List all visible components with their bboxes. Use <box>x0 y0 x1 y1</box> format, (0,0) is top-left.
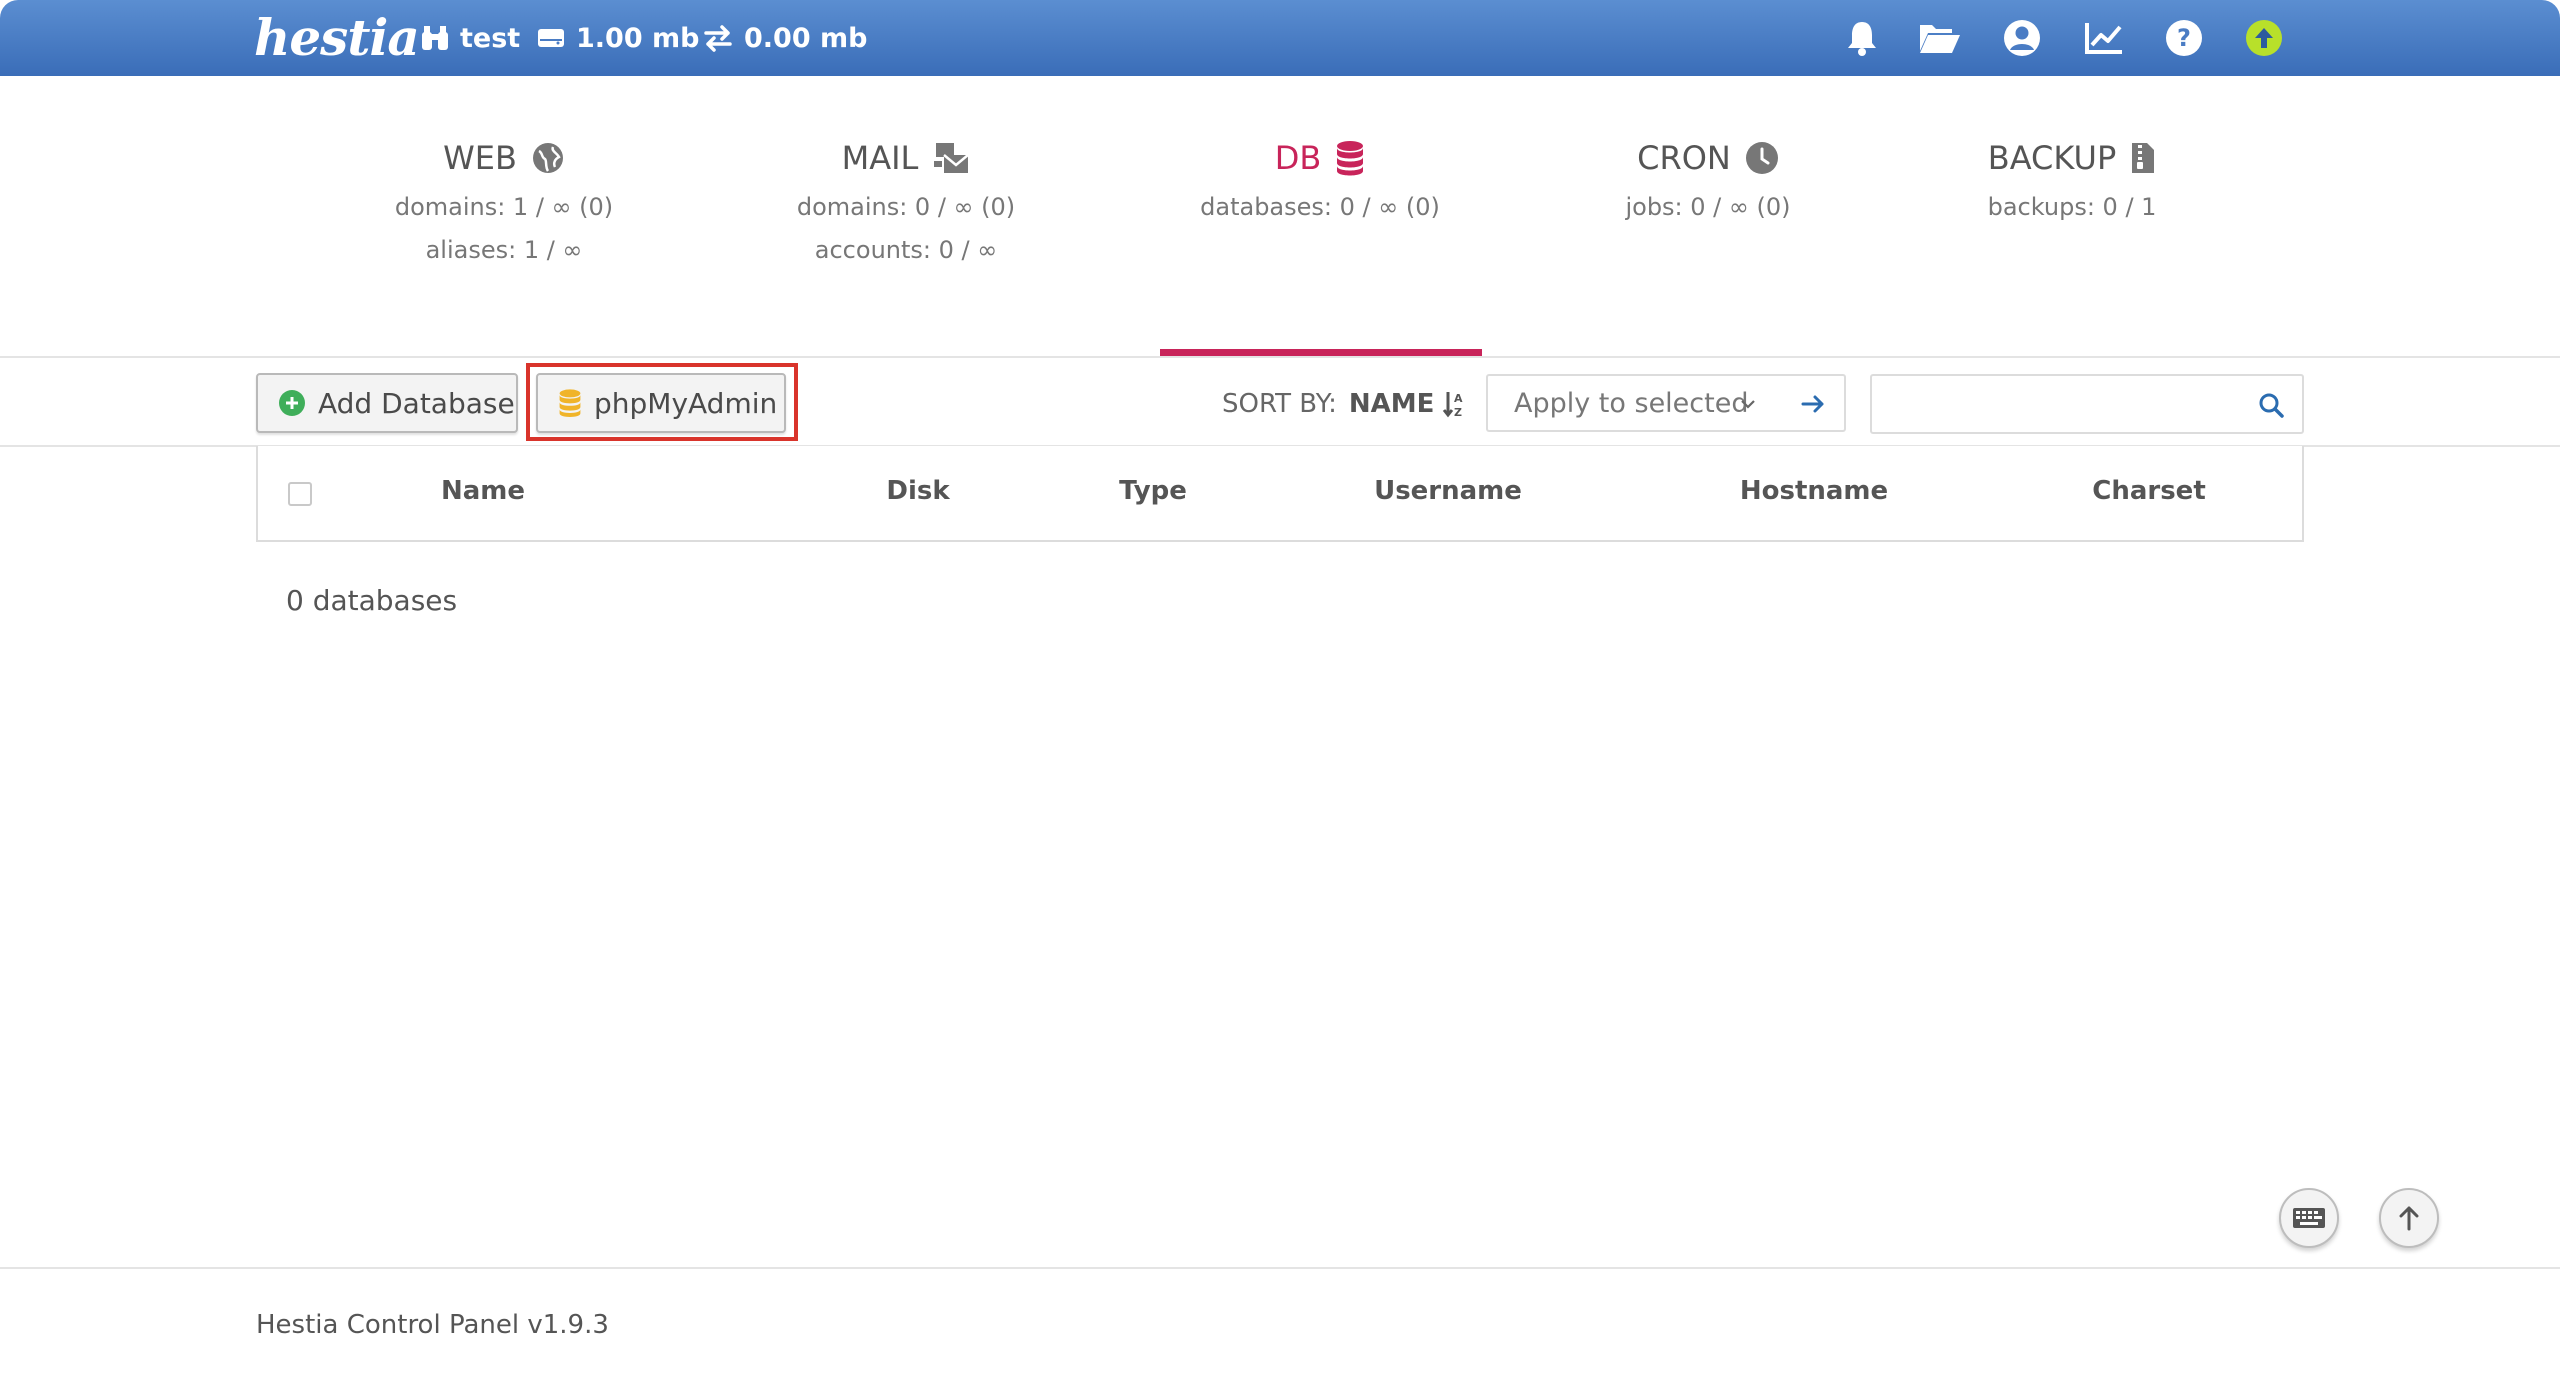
tab-backup-title: BACKUP <box>1987 139 2117 177</box>
clock-icon <box>1745 142 1778 174</box>
search-icon[interactable] <box>2258 392 2284 418</box>
active-tab-indicator <box>1160 349 1482 356</box>
add-database-button[interactable]: Add Database <box>256 373 518 433</box>
search-input[interactable] <box>1882 384 2222 424</box>
add-database-label: Add Database <box>318 386 515 420</box>
mail-bulk-icon <box>934 143 970 173</box>
plus-circle-icon <box>279 390 305 416</box>
highlight-box <box>526 363 798 441</box>
keyboard-shortcuts-button[interactable] <box>2279 1188 2339 1248</box>
database-count: 0 databases <box>286 584 458 617</box>
file-archive-icon <box>2132 143 2155 173</box>
tab-mail-title: MAIL <box>841 139 919 177</box>
column-disk[interactable]: Disk <box>858 476 978 506</box>
user-stat[interactable]: test <box>420 18 520 58</box>
bulk-action-select[interactable]: Apply to selected <box>1486 374 1846 432</box>
database-icon <box>1337 141 1364 176</box>
tab-db-title: DB <box>1274 139 1322 177</box>
column-type[interactable]: Type <box>1078 476 1228 506</box>
page: hestia test 1.00 mb 0.00 mb ? WEB domain… <box>0 0 2560 1388</box>
hdd-icon <box>538 29 564 47</box>
column-username[interactable]: Username <box>1338 476 1558 506</box>
chart-line-icon[interactable] <box>2080 14 2128 62</box>
globe-icon <box>532 143 563 173</box>
table-header: Name Disk Type Username Hostname Charset <box>256 446 2304 542</box>
bell-icon[interactable] <box>1838 14 1886 62</box>
tab-db[interactable]: DB databases: 0 / ∞ (0) <box>1160 130 1480 229</box>
chevron-down-icon <box>1741 400 1755 409</box>
user-circle-icon[interactable] <box>1998 14 2046 62</box>
search-box <box>1870 374 2304 434</box>
sort-alpha-icon: A Z <box>1443 392 1463 418</box>
tab-cron-title: CRON <box>1637 139 1731 177</box>
keyboard-icon <box>2293 1208 2325 1228</box>
svg-text:?: ? <box>2177 24 2191 52</box>
tab-web-domains: domains: 1 / ∞ (0) <box>394 193 614 221</box>
column-name[interactable]: Name <box>378 476 588 506</box>
tab-mail-accounts: accounts: 0 / ∞ <box>814 236 998 264</box>
bulk-action-label: Apply to selected <box>1514 387 1749 419</box>
svg-text:A: A <box>1454 392 1463 405</box>
tab-web[interactable]: WEB domains: 1 / ∞ (0) aliases: 1 / ∞ <box>344 130 664 272</box>
sort-value: NAME <box>1348 389 1435 419</box>
username: test <box>460 22 521 54</box>
svg-text:Z: Z <box>1454 406 1462 418</box>
exchange-icon <box>704 25 732 52</box>
tab-mail[interactable]: MAIL domains: 0 / ∞ (0) accounts: 0 / ∞ <box>746 130 1066 272</box>
arrow-up-icon <box>2399 1206 2419 1231</box>
tab-web-aliases: aliases: 1 / ∞ <box>425 236 583 264</box>
tab-mail-domains: domains: 0 / ∞ (0) <box>796 193 1016 221</box>
sort-control[interactable]: SORT BY: NAME A Z <box>1222 384 1468 424</box>
scroll-top-button[interactable] <box>2379 1188 2439 1248</box>
tab-cron[interactable]: CRON jobs: 0 / ∞ (0) <box>1548 130 1868 229</box>
upload-icon[interactable] <box>2240 14 2288 62</box>
disk-usage: 1.00 mb <box>576 22 700 54</box>
bandwidth-usage: 0.00 mb <box>744 22 868 54</box>
hestia-logo[interactable]: hestia <box>254 4 420 72</box>
column-charset[interactable]: Charset <box>2054 476 2244 506</box>
select-all-checkbox[interactable] <box>288 482 312 506</box>
disk-stat: 1.00 mb <box>536 18 699 58</box>
column-hostname[interactable]: Hostname <box>1704 476 1924 506</box>
footer-version: Hestia Control Panel v1.9.3 <box>256 1310 609 1340</box>
divider <box>0 1267 2560 1269</box>
tab-backup-count: backups: 0 / 1 <box>1987 193 2157 221</box>
top-bar: hestia test 1.00 mb 0.00 mb ? <box>0 0 2560 76</box>
arrow-right-icon[interactable] <box>1800 392 1826 416</box>
sort-label: SORT BY: <box>1222 389 1337 419</box>
divider <box>0 356 2560 358</box>
tab-backup[interactable]: BACKUP backups: 0 / 1 <box>1912 130 2232 229</box>
tab-web-title: WEB <box>443 139 517 177</box>
binoculars-icon <box>422 26 448 50</box>
tab-db-databases: databases: 0 / ∞ (0) <box>1200 193 1440 221</box>
question-icon[interactable]: ? <box>2160 14 2208 62</box>
folder-open-icon[interactable] <box>1916 14 1964 62</box>
bandwidth-stat: 0.00 mb <box>702 18 867 58</box>
tab-cron-jobs: jobs: 0 / ∞ (0) <box>1625 193 1791 221</box>
